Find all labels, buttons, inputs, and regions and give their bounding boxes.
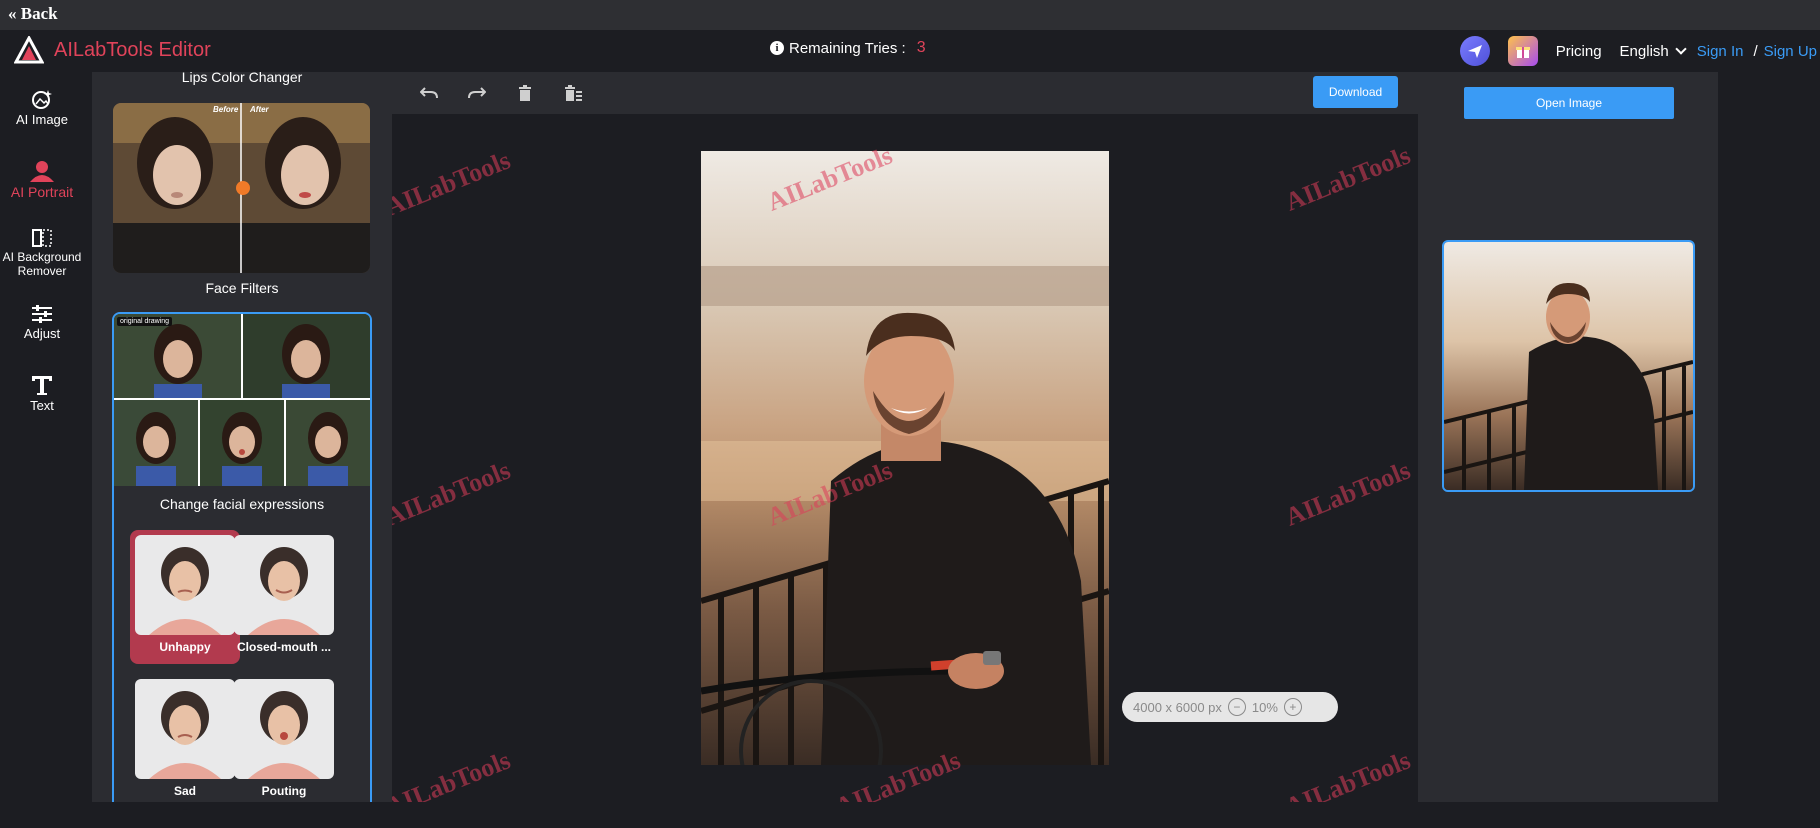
expression-thumbnail	[135, 535, 235, 635]
main-image[interactable]	[701, 151, 1109, 765]
lips-color-changer-card[interactable]: Before After	[113, 103, 370, 273]
watermark: AILabTools	[1281, 140, 1415, 217]
rail-item-label: Adjust	[23, 326, 61, 341]
lips-color-changer-title: Lips Color Changer	[181, 72, 303, 85]
remaining-tries: i Remaining Tries : 3	[770, 39, 926, 57]
sign-in-link[interactable]: Sign In	[1697, 43, 1744, 60]
zoom-out-icon[interactable]: −	[1227, 698, 1246, 716]
header-nav: Pricing English Sign In / Sign Up	[1459, 30, 1820, 72]
editor-toolbar: Download	[392, 72, 1418, 114]
paper-plane-icon[interactable]	[1459, 36, 1490, 66]
tries-count: 3	[916, 39, 926, 56]
zoom-level: 10%	[1251, 699, 1278, 715]
watermark: AILabTools	[1281, 745, 1415, 802]
after-label: After	[250, 105, 269, 114]
app-header: AILabTools Editor i Remaining Tries : 3 …	[0, 30, 1820, 72]
rail-item-label: Text	[30, 398, 54, 413]
app-logo[interactable]: AILabTools Editor	[14, 36, 211, 64]
rail-item-label: AI Image	[15, 112, 69, 127]
watermark: AILabTools	[392, 455, 515, 532]
back-link[interactable]: « Back	[8, 4, 58, 24]
expression-option[interactable]: Sad	[130, 674, 240, 802]
zoom-in-icon[interactable]: +	[1283, 698, 1302, 716]
expression-label: Sad	[173, 784, 196, 798]
expression-label: Closed-mouth ...	[237, 640, 331, 654]
chevron-down-icon	[1675, 43, 1687, 55]
expression-option[interactable]: Unhappy	[130, 530, 240, 664]
redo-icon[interactable]	[466, 82, 488, 104]
expression-thumbnail	[135, 679, 235, 779]
expression-thumbnail	[234, 535, 334, 635]
sign-up-link[interactable]: Sign Up	[1764, 43, 1817, 60]
text-icon	[32, 376, 52, 395]
tools-panel: Lips Color Changer Before After Face Fil…	[92, 72, 392, 802]
expression-label: Unhappy	[159, 640, 211, 654]
tries-label: Remaining Tries :	[789, 39, 906, 57]
left-rail: AI Image AI Portrait AI Background Remov…	[0, 72, 92, 828]
compare-slider-handle[interactable]	[236, 181, 250, 195]
logo-icon	[14, 36, 44, 64]
editor-canvas[interactable]: AILabTools AILabTools AILabTools AILabTo…	[392, 114, 1418, 802]
face-filters-card: original drawing Change facial expressio…	[112, 312, 372, 802]
download-button[interactable]: Download	[1313, 76, 1398, 108]
before-label: Before	[213, 105, 239, 114]
right-panel: Open Image	[1418, 72, 1718, 802]
expressions-preview-image	[114, 314, 370, 486]
gift-icon[interactable]	[1507, 36, 1538, 66]
zoom-bar: 4000 x 6000 px − 10% +	[1122, 692, 1338, 722]
pricing-link[interactable]: Pricing	[1556, 43, 1602, 60]
undo-icon[interactable]	[418, 82, 440, 104]
app-title: AILabTools Editor	[54, 38, 211, 61]
ai-image-icon	[32, 90, 52, 109]
expression-option[interactable]: Pouting	[229, 674, 339, 802]
expression-option[interactable]: Closed-mouth ...	[229, 530, 339, 664]
rail-item-background-remover[interactable]: AI Background Remover	[0, 228, 84, 278]
delete-all-icon[interactable]	[562, 82, 584, 104]
expression-label: Pouting	[261, 784, 307, 798]
expression-thumbnail	[234, 679, 334, 779]
sliders-icon	[32, 305, 52, 323]
open-image-button[interactable]: Open Image	[1464, 87, 1674, 119]
info-icon: i	[770, 41, 784, 55]
watermark: AILabTools	[1281, 455, 1415, 532]
rail-item-label: AI Background Remover	[2, 250, 82, 278]
language-select[interactable]: English	[1619, 42, 1687, 60]
image-thumbnail[interactable]	[1442, 240, 1695, 492]
rail-item-ai-portrait[interactable]: AI Portrait	[0, 160, 84, 200]
portrait-icon	[30, 161, 54, 182]
background-remover-icon	[32, 229, 52, 247]
language-label: English	[1619, 42, 1669, 60]
auth-separator: /	[1753, 42, 1758, 60]
rail-item-text[interactable]: Text	[0, 374, 84, 413]
rail-item-label: AI Portrait	[10, 184, 74, 200]
original-drawing-label: original drawing	[117, 317, 173, 326]
watermark: AILabTools	[392, 745, 515, 802]
watermark: AILabTools	[392, 145, 515, 222]
delete-icon[interactable]	[514, 82, 536, 104]
rail-item-ai-image[interactable]: AI Image	[0, 88, 84, 127]
face-filters-title: Face Filters	[205, 280, 279, 296]
change-expressions-title: Change facial expressions	[159, 496, 325, 512]
rail-item-adjust[interactable]: Adjust	[0, 304, 84, 341]
image-dimensions: 4000 x 6000 px	[1133, 699, 1222, 715]
back-bar: « Back	[0, 0, 1820, 30]
